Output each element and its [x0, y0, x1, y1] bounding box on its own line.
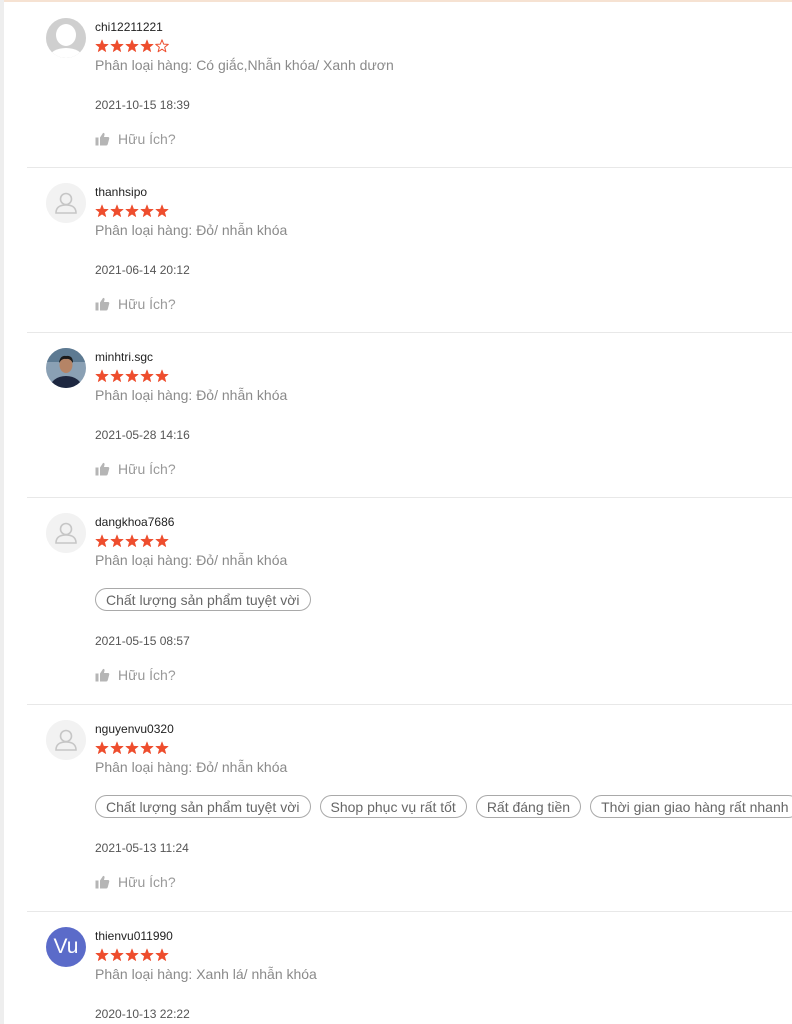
helpful-button[interactable]: Hữu Ích? — [95, 874, 176, 890]
product-variation: Phân loại hàng: Có giắc,Nhẫn khóa/ Xanh … — [95, 57, 394, 73]
star-filled-icon — [110, 948, 124, 961]
review-timestamp: 2021-05-28 14:16 — [95, 428, 190, 442]
review-item: dangkhoa7686 Phân loại hàng: Đỏ/ nhẫn khó… — [27, 497, 792, 705]
review-timestamp: 2020-10-13 22:22 — [95, 1007, 190, 1021]
reviewer-username[interactable]: dangkhoa7686 — [95, 515, 174, 529]
review-item: minhtri.sgc Phân loại hàng: Đỏ/ nhẫn khóa… — [27, 332, 792, 498]
star-rating — [95, 204, 169, 218]
star-filled-icon — [110, 39, 124, 52]
star-filled-icon — [140, 39, 154, 52]
review-tag: Rất đáng tiền — [475, 795, 582, 818]
star-filled-icon — [125, 204, 139, 217]
thumbs-up-icon — [95, 875, 110, 889]
product-variation: Phân loại hàng: Đỏ/ nhẫn khóa — [95, 552, 288, 568]
star-filled-icon — [95, 204, 109, 217]
star-rating — [95, 534, 169, 548]
star-filled-icon — [125, 741, 139, 754]
star-filled-icon — [95, 741, 109, 754]
star-filled-icon — [140, 948, 154, 961]
star-filled-icon — [110, 369, 124, 382]
reviewer-username[interactable]: thienvu011990 — [95, 929, 173, 943]
star-filled-icon — [95, 369, 109, 382]
star-filled-icon — [140, 204, 154, 217]
star-filled-icon — [155, 369, 169, 382]
star-filled-icon — [95, 39, 109, 52]
thumbs-up-icon — [95, 462, 110, 476]
review-tag: Thời gian giao hàng rất nhanh — [590, 795, 792, 818]
thumbs-up-icon — [95, 297, 110, 311]
reviewer-username[interactable]: chi12211221 — [95, 20, 163, 34]
reviewer-avatar[interactable] — [46, 720, 86, 760]
star-rating — [95, 948, 169, 962]
star-filled-icon — [125, 534, 139, 547]
star-filled-icon — [155, 741, 169, 754]
helpful-label: Hữu Ích? — [118, 874, 176, 890]
review-timestamp: 2021-05-13 11:24 — [95, 841, 189, 855]
star-filled-icon — [125, 369, 139, 382]
review-tags: Chất lượng sản phẩm tuyệt vời Shop phục v… — [95, 795, 792, 818]
star-filled-icon — [155, 534, 169, 547]
review-timestamp: 2021-06-14 20:12 — [95, 263, 190, 277]
review-timestamp: 2021-05-15 08:57 — [95, 634, 190, 648]
product-variation: Phân loại hàng: Xanh lá/ nhẫn khóa — [95, 966, 317, 982]
review-item: chi12211221 Phân loại hàng: Có giắc,Nhẫn … — [27, 2, 792, 168]
review-tags: Chất lượng sản phẩm tuyệt vời — [95, 588, 311, 611]
star-filled-icon — [110, 741, 124, 754]
thumbs-up-icon — [95, 668, 110, 682]
star-rating — [95, 39, 169, 53]
helpful-button[interactable]: Hữu Ích? — [95, 296, 176, 312]
review-item: nguyenvu0320 Phân loại hàng: Đỏ/ nhẫn khó… — [27, 704, 792, 912]
reviewer-username[interactable]: minhtri.sgc — [95, 350, 153, 364]
helpful-button[interactable]: Hữu Ích? — [95, 461, 176, 477]
reviewer-username[interactable]: nguyenvu0320 — [95, 722, 174, 736]
product-variation: Phân loại hàng: Đỏ/ nhẫn khóa — [95, 759, 288, 775]
star-filled-icon — [110, 534, 124, 547]
star-filled-icon — [125, 39, 139, 52]
reviewer-avatar[interactable] — [46, 18, 86, 58]
star-filled-icon — [140, 534, 154, 547]
star-filled-icon — [95, 948, 109, 961]
review-tag: Shop phục vụ rất tốt — [319, 795, 467, 818]
review-timestamp: 2021-10-15 18:39 — [95, 98, 190, 112]
helpful-label: Hữu Ích? — [118, 131, 176, 147]
helpful-button[interactable]: Hữu Ích? — [95, 667, 176, 683]
star-filled-icon — [140, 369, 154, 382]
product-variation: Phân loại hàng: Đỏ/ nhẫn khóa — [95, 222, 288, 238]
star-rating — [95, 741, 169, 755]
review-tag: Chất lượng sản phẩm tuyệt vời — [95, 588, 311, 611]
reviewer-avatar[interactable] — [46, 183, 86, 223]
review-tag: Chất lượng sản phẩm tuyệt vời — [95, 795, 311, 818]
star-filled-icon — [155, 948, 169, 961]
star-filled-icon — [110, 204, 124, 217]
review-item: thanhsipo Phân loại hàng: Đỏ/ nhẫn khóa 20… — [27, 167, 792, 333]
product-variation: Phân loại hàng: Đỏ/ nhẫn khóa — [95, 387, 288, 403]
star-filled-icon — [155, 204, 169, 217]
star-filled-icon — [95, 534, 109, 547]
thumbs-up-icon — [95, 132, 110, 146]
reviewer-avatar[interactable] — [46, 513, 86, 553]
star-filled-icon — [125, 948, 139, 961]
reviewer-avatar[interactable] — [46, 348, 86, 388]
star-filled-icon — [140, 741, 154, 754]
star-rating — [95, 369, 169, 383]
star-empty-icon — [155, 39, 169, 53]
left-border — [0, 0, 4, 1024]
helpful-button[interactable]: Hữu Ích? — [95, 131, 176, 147]
reviewer-username[interactable]: thanhsipo — [95, 185, 147, 199]
review-item: Vu thienvu011990 Phân loại hàng: Xanh lá/ … — [27, 911, 792, 1024]
reviewer-avatar[interactable]: Vu — [46, 927, 86, 967]
helpful-label: Hữu Ích? — [118, 296, 176, 312]
helpful-label: Hữu Ích? — [118, 667, 176, 683]
helpful-label: Hữu Ích? — [118, 461, 176, 477]
